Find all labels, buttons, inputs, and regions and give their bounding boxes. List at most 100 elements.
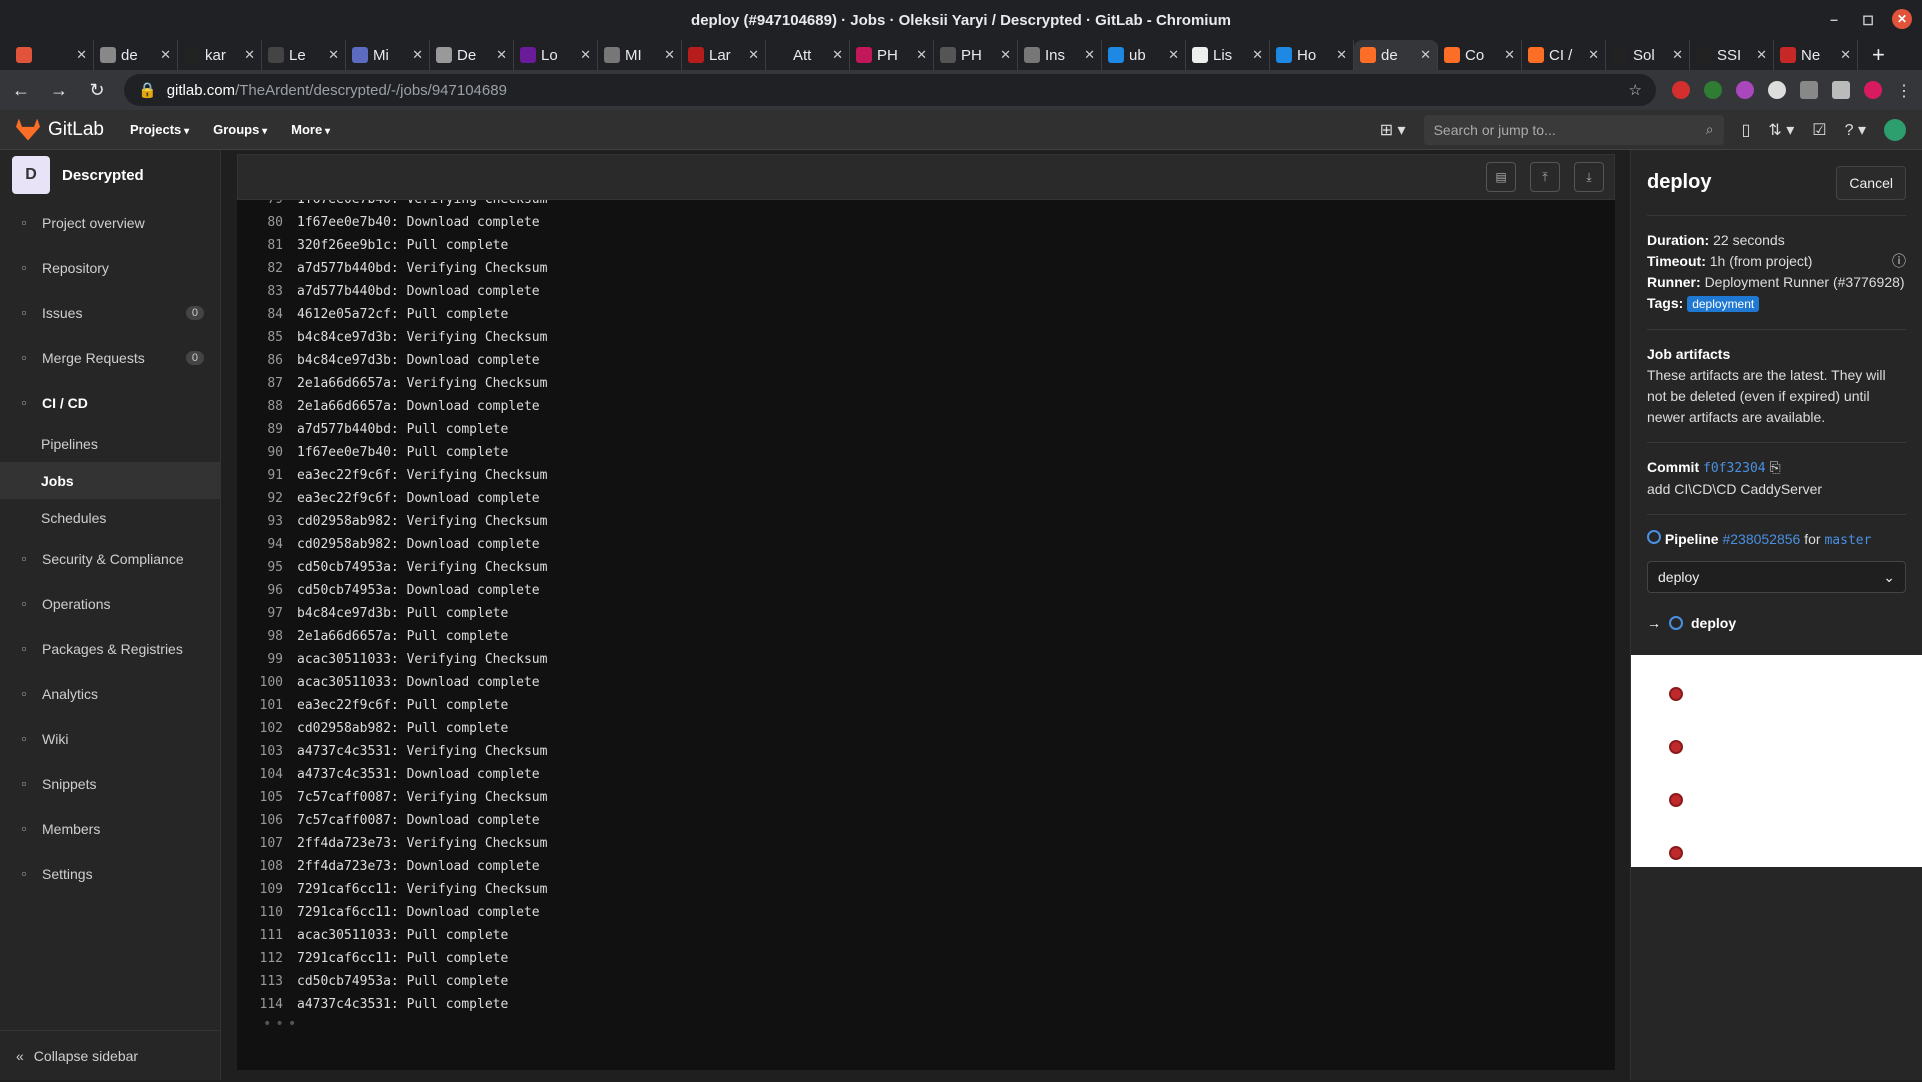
menu-kebab-icon[interactable]: ⋮ [1896, 81, 1912, 100]
tab-close-icon[interactable]: ✕ [1672, 47, 1683, 63]
tab-close-icon[interactable]: ✕ [1420, 47, 1431, 63]
browser-tab[interactable]: PH ✕ [934, 40, 1018, 70]
browser-tab[interactable]: Mi ✕ [346, 40, 430, 70]
user-avatar[interactable] [1884, 118, 1906, 141]
close-icon[interactable]: ✕ [1892, 9, 1912, 29]
commit-sha-link[interactable]: f0f32304 [1703, 461, 1766, 476]
browser-tab[interactable]: Att ✕ [766, 40, 850, 70]
new-tab-button[interactable]: + [1858, 40, 1899, 70]
tab-close-icon[interactable]: ✕ [76, 47, 87, 63]
help-icon[interactable]: ⓘ [1892, 251, 1906, 272]
sidebar-item[interactable]: ▫ Members [0, 806, 220, 851]
pipeline-link[interactable]: #238052856 [1722, 531, 1800, 547]
line-number[interactable]: 93 [237, 514, 297, 529]
line-number[interactable]: 106 [237, 813, 297, 828]
sidebar-item[interactable]: ▫ Issues 0 [0, 290, 220, 335]
tab-close-icon[interactable]: ✕ [412, 47, 423, 63]
nav-more[interactable]: More [291, 122, 330, 137]
back-icon[interactable]: ← [10, 80, 32, 101]
sidebar-item[interactable]: ▫ Analytics [0, 671, 220, 716]
browser-tab[interactable]: CI / ✕ [1522, 40, 1606, 70]
plus-icon[interactable]: ⊞ ▾ [1380, 120, 1406, 140]
stage-job-item[interactable] [1631, 773, 1922, 826]
extension-icon[interactable] [1672, 81, 1690, 99]
browser-tab[interactable]: MI ✕ [598, 40, 682, 70]
sidebar-subitem[interactable]: Jobs [0, 462, 220, 499]
tab-close-icon[interactable]: ✕ [496, 47, 507, 63]
browser-tab[interactable]: Le ✕ [262, 40, 346, 70]
cancel-button[interactable]: Cancel [1836, 165, 1906, 200]
browser-tab[interactable]: de ✕ [94, 40, 178, 70]
sidebar-item[interactable]: ▫ Operations [0, 581, 220, 626]
tab-close-icon[interactable]: ✕ [832, 47, 843, 63]
line-number[interactable]: 114 [237, 997, 297, 1012]
line-number[interactable]: 97 [237, 606, 297, 621]
line-number[interactable]: 92 [237, 491, 297, 506]
tab-close-icon[interactable]: ✕ [1336, 47, 1347, 63]
tab-close-icon[interactable]: ✕ [748, 47, 759, 63]
browser-tab[interactable]: ub ✕ [1102, 40, 1186, 70]
sidebar-item[interactable]: ▫ Project overview [0, 200, 220, 245]
puzzle-icon[interactable] [1832, 81, 1850, 99]
copy-icon[interactable]: ⎘ [1770, 459, 1781, 475]
line-number[interactable]: 96 [237, 583, 297, 598]
line-number[interactable]: 100 [237, 675, 297, 690]
tab-close-icon[interactable]: ✕ [1756, 47, 1767, 63]
line-number[interactable]: 113 [237, 974, 297, 989]
sidebar-subitem[interactable]: Pipelines [0, 425, 220, 462]
gitlab-logo[interactable]: GitLab [16, 118, 104, 141]
extension-icon[interactable] [1800, 81, 1818, 99]
line-number[interactable]: 82 [237, 261, 297, 276]
tab-close-icon[interactable]: ✕ [1840, 47, 1851, 63]
line-number[interactable]: 91 [237, 468, 297, 483]
browser-tab[interactable]: SSI ✕ [1690, 40, 1774, 70]
line-number[interactable]: 108 [237, 859, 297, 874]
tab-close-icon[interactable]: ✕ [664, 47, 675, 63]
reload-icon[interactable]: ↻ [86, 80, 108, 101]
nav-projects[interactable]: Projects [130, 122, 189, 137]
extension-icon[interactable] [1704, 81, 1722, 99]
line-number[interactable]: 110 [237, 905, 297, 920]
stage-job-item[interactable] [1631, 826, 1922, 879]
browser-tab[interactable]: PH ✕ [850, 40, 934, 70]
browser-tab[interactable]: De ✕ [430, 40, 514, 70]
line-number[interactable]: 86 [237, 353, 297, 368]
profile-icon[interactable] [1864, 81, 1882, 99]
tab-close-icon[interactable]: ✕ [1084, 47, 1095, 63]
browser-tab[interactable]: Ho ✕ [1270, 40, 1354, 70]
line-number[interactable]: 95 [237, 560, 297, 575]
maximize-icon[interactable]: ◻ [1858, 11, 1878, 28]
browser-tab[interactable]: Sol ✕ [1606, 40, 1690, 70]
line-number[interactable]: 84 [237, 307, 297, 322]
line-number[interactable]: 90 [237, 445, 297, 460]
collapse-sidebar-button[interactable]: « Collapse sidebar [0, 1030, 220, 1080]
extension-icon[interactable] [1736, 81, 1754, 99]
search-input[interactable]: Search or jump to... ⌕ [1423, 114, 1724, 145]
minimize-icon[interactable]: – [1824, 11, 1844, 27]
forward-icon[interactable]: → [48, 80, 70, 101]
browser-tab[interactable]: ✕ [10, 40, 94, 70]
line-number[interactable]: 105 [237, 790, 297, 805]
help-icon[interactable]: ? ▾ [1845, 120, 1866, 140]
line-number[interactable]: 103 [237, 744, 297, 759]
tab-close-icon[interactable]: ✕ [1588, 47, 1599, 63]
line-number[interactable]: 79 [237, 200, 297, 207]
sidebar-item[interactable]: ▫ Merge Requests 0 [0, 335, 220, 380]
line-number[interactable]: 111 [237, 928, 297, 943]
sidebar-item[interactable]: ▫ Security & Compliance [0, 536, 220, 581]
line-number[interactable]: 101 [237, 698, 297, 713]
sidebar-subitem[interactable]: Schedules [0, 499, 220, 536]
line-number[interactable]: 81 [237, 238, 297, 253]
browser-tab[interactable]: Co ✕ [1438, 40, 1522, 70]
bookmark-star-icon[interactable]: ☆ [1629, 81, 1642, 99]
line-number[interactable]: 99 [237, 652, 297, 667]
line-number[interactable]: 83 [237, 284, 297, 299]
todo-icon[interactable]: ☑ [1812, 120, 1826, 140]
nav-groups[interactable]: Groups [213, 122, 267, 137]
scroll-bottom-icon[interactable]: ⤓ [1574, 162, 1604, 192]
tab-close-icon[interactable]: ✕ [1168, 47, 1179, 63]
line-number[interactable]: 104 [237, 767, 297, 782]
url-field[interactable]: 🔒 gitlab.com/TheArdent/descrypted/-/jobs… [124, 74, 1656, 106]
line-number[interactable]: 94 [237, 537, 297, 552]
browser-tab[interactable]: de ✕ [1354, 40, 1438, 70]
